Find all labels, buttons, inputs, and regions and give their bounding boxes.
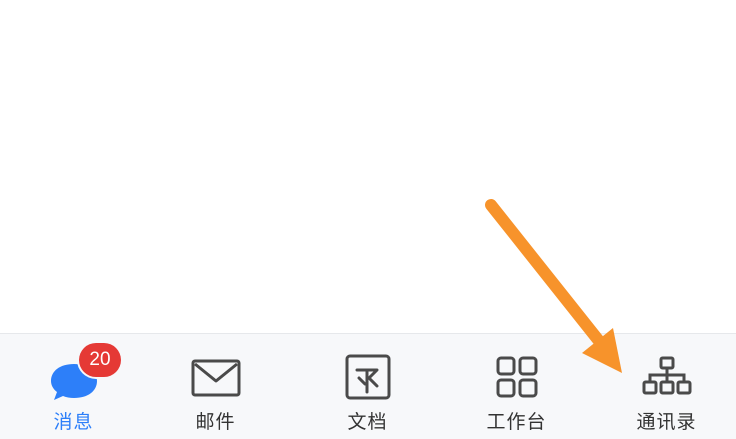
org-chart-icon [642,354,692,402]
tab-mail[interactable]: 邮件 [142,334,289,439]
unread-count-badge: 20 [79,343,121,377]
tab-mail-label: 邮件 [195,411,236,433]
app-screen: 20 消息 邮件 文档 工作台 通讯录 [0,0,736,439]
tab-workbench[interactable]: 工作台 [443,334,590,439]
tab-contacts[interactable]: 通讯录 [593,334,736,439]
workbench-grid-icon [492,354,542,402]
tab-messages-label: 消息 [53,411,94,433]
tab-docs[interactable]: 文档 [294,334,441,439]
document-icon [343,354,393,402]
tab-contacts-label: 通讯录 [636,411,697,433]
tab-workbench-label: 工作台 [486,411,547,433]
main-content-area [0,0,736,333]
tab-messages[interactable]: 20 消息 [0,334,147,439]
tab-docs-label: 文档 [347,411,388,433]
mail-envelope-icon [191,354,241,402]
bottom-tab-bar: 20 消息 邮件 文档 工作台 通讯录 [0,333,736,439]
